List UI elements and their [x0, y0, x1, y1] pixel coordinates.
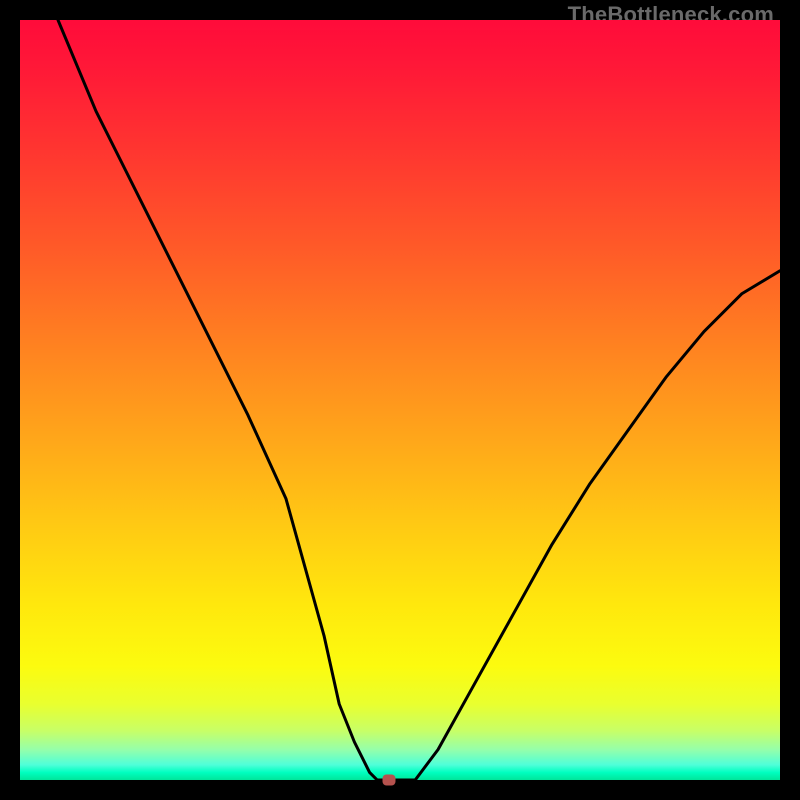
chart-frame: TheBottleneck.com	[0, 0, 800, 800]
plot-area	[20, 20, 780, 780]
minimum-marker	[382, 775, 395, 786]
curve-svg	[20, 20, 780, 780]
bottleneck-curve	[58, 20, 780, 780]
